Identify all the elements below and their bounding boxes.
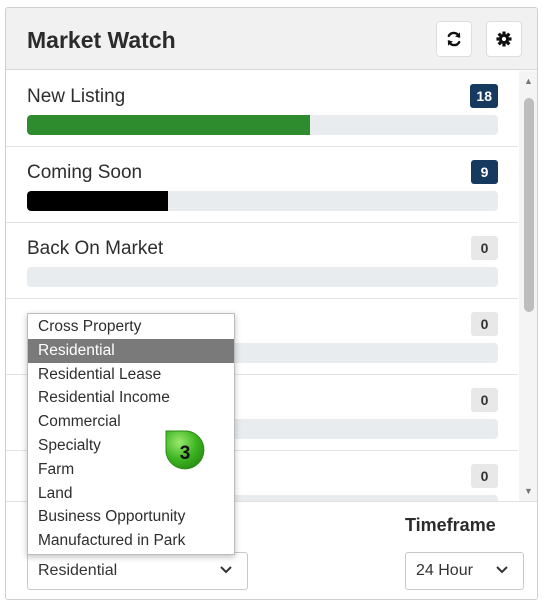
step-marker: 3 (165, 430, 205, 470)
panel-header: Market Watch (6, 8, 537, 70)
count-badge: 0 (471, 388, 498, 412)
progress-fill (27, 115, 310, 135)
count-badge: 18 (470, 84, 498, 108)
list-item[interactable]: New Listing 18 (6, 71, 518, 147)
dropdown-option[interactable]: Cross Property (28, 315, 234, 339)
property-type-select[interactable]: Residential (27, 552, 248, 590)
dropdown-option[interactable]: Residential Lease (28, 363, 234, 387)
refresh-button[interactable] (436, 21, 472, 57)
progress-track (27, 267, 498, 287)
count-badge: 0 (471, 236, 498, 260)
row-label: Back On Market (27, 238, 164, 259)
gear-icon (496, 31, 512, 47)
refresh-icon (447, 31, 461, 47)
progress-track (27, 115, 498, 135)
dropdown-option[interactable]: Residential Income (28, 386, 234, 410)
dropdown-option[interactable]: Residential (28, 338, 234, 363)
scroll-down-arrow-icon[interactable]: ▼ (519, 483, 537, 499)
row-label: New Listing (27, 86, 126, 107)
chevron-down-icon (496, 566, 508, 574)
timeframe-value: 24 Hour (416, 562, 473, 579)
panel-title: Market Watch (27, 27, 176, 53)
settings-button[interactable] (486, 21, 522, 57)
row-label: Coming Soon (27, 162, 143, 183)
scrollbar[interactable]: ▲ ▼ (519, 71, 537, 501)
timeframe-label: Timeframe (405, 515, 496, 535)
list-item[interactable]: Back On Market 0 (6, 223, 518, 299)
step-marker-number: 3 (180, 443, 191, 464)
dropdown-option[interactable]: Business Opportunity (28, 505, 234, 529)
dropdown-option[interactable]: Manufactured in Park (28, 529, 234, 553)
property-type-value: Residential (38, 562, 118, 579)
progress-fill (27, 191, 169, 211)
scrollbar-thumb[interactable] (524, 98, 534, 312)
count-badge: 0 (471, 464, 498, 488)
progress-track (27, 191, 498, 211)
dropdown-option[interactable]: Land (28, 482, 234, 506)
timeframe-select[interactable]: 24 Hour (405, 552, 524, 590)
list-item[interactable]: Coming Soon 9 (6, 147, 518, 223)
count-badge: 9 (471, 160, 498, 184)
scroll-up-arrow-icon[interactable]: ▲ (519, 73, 537, 89)
chevron-down-icon (220, 566, 232, 574)
count-badge: 0 (471, 312, 498, 336)
